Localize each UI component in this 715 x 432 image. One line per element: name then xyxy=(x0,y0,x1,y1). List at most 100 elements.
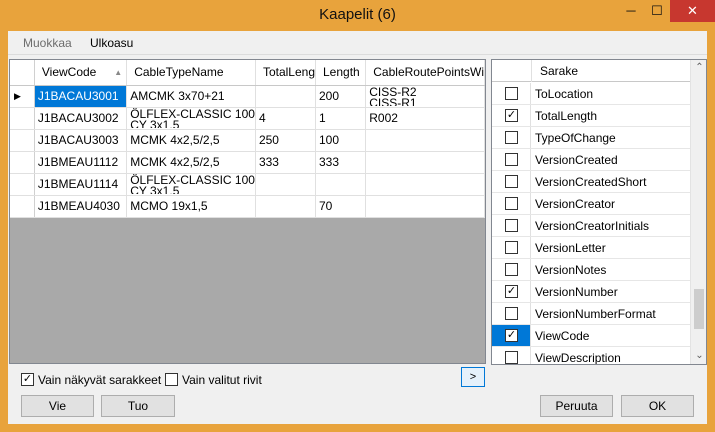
list-item[interactable]: VersionLetter xyxy=(492,237,690,259)
table-row[interactable]: J1BMEAU1114 ÖLFLEX-CLASSIC 100 CY 3x1,5 xyxy=(10,173,485,196)
maximize-button[interactable]: ☐ xyxy=(644,0,670,22)
checkbox-cell[interactable] xyxy=(492,193,531,214)
scroll-up-icon[interactable]: ⌃ xyxy=(691,60,706,76)
checkbox-cell[interactable] xyxy=(492,303,531,324)
table-row[interactable]: J1BACAU3002 ÖLFLEX-CLASSIC 100 CY 3x1,5 4 1… xyxy=(10,107,485,130)
checkbox-cell[interactable] xyxy=(492,347,531,364)
checkbox-box[interactable] xyxy=(165,373,178,386)
list-item[interactable]: VersionNumberFormat xyxy=(492,303,690,325)
row-header[interactable] xyxy=(10,173,35,196)
grid-cell[interactable]: J1BACAU3001 xyxy=(34,85,128,108)
checkbox-cell[interactable] xyxy=(492,171,531,192)
grid-cell[interactable]: 70 xyxy=(315,195,367,218)
checkbox-cell[interactable] xyxy=(492,259,531,280)
export-button[interactable]: Vie xyxy=(21,395,94,417)
checkbox-box[interactable] xyxy=(505,307,518,320)
list-item[interactable]: ViewDescription xyxy=(492,347,690,364)
checkbox-cell[interactable] xyxy=(492,127,531,148)
row-header[interactable] xyxy=(10,129,35,152)
cancel-button[interactable]: Peruuta xyxy=(540,395,613,417)
column-header-length[interactable]: Length xyxy=(315,60,367,86)
checkbox-box[interactable] xyxy=(505,87,518,100)
list-item[interactable]: VersionCreator xyxy=(492,193,690,215)
close-button[interactable]: ✕ xyxy=(670,0,715,22)
grid-cell[interactable]: R002 xyxy=(365,107,485,130)
list-item[interactable]: TypeOfChange xyxy=(492,127,690,149)
grid-cell[interactable]: AMCMK 3x70+21 xyxy=(126,85,256,108)
checkbox-box[interactable] xyxy=(505,175,518,188)
import-button[interactable]: Tuo xyxy=(101,395,175,417)
grid-cell[interactable]: J1BMEAU1112 xyxy=(34,151,128,174)
row-header[interactable] xyxy=(10,107,35,130)
column-header-totallength[interactable]: TotalLeng xyxy=(255,60,317,86)
checkbox-box[interactable] xyxy=(505,219,518,232)
grid-cell[interactable] xyxy=(315,173,367,196)
checkbox-box[interactable] xyxy=(505,197,518,210)
grid-cell[interactable]: J1BACAU3003 xyxy=(34,129,128,152)
grid-cell[interactable] xyxy=(365,173,485,196)
grid-cell[interactable]: MCMK 4x2,5/2,5 xyxy=(126,129,256,152)
grid-cell[interactable] xyxy=(365,151,485,174)
menu-ulkoasu[interactable]: Ulkoasu xyxy=(90,36,133,50)
row-header-corner[interactable] xyxy=(10,60,35,86)
list-item[interactable]: ToLocation xyxy=(492,83,690,105)
grid-cell[interactable]: 1 xyxy=(315,107,367,130)
move-right-button[interactable]: > xyxy=(461,367,485,387)
list-item[interactable]: VersionCreated xyxy=(492,149,690,171)
ok-button[interactable]: OK xyxy=(621,395,694,417)
grid-cell[interactable] xyxy=(255,173,317,196)
checkbox-box[interactable] xyxy=(505,263,518,276)
table-row[interactable]: J1BMEAU1112 MCMK 4x2,5/2,5 333 333 xyxy=(10,151,485,174)
checkbox-cell[interactable] xyxy=(492,83,531,104)
grid-cell[interactable]: MCMK 4x2,5/2,5 xyxy=(126,151,256,174)
grid-cell[interactable] xyxy=(255,85,317,108)
column-header-viewcode[interactable]: ViewCode ▲ xyxy=(34,60,128,86)
checkbox-box[interactable] xyxy=(505,351,518,364)
grid-cell[interactable]: J1BMEAU4030 xyxy=(34,195,128,218)
checkbox-box[interactable] xyxy=(505,153,518,166)
grid-cell[interactable] xyxy=(365,195,485,218)
grid-cell[interactable] xyxy=(255,195,317,218)
grid-cell[interactable] xyxy=(365,129,485,152)
grid-cell[interactable]: 333 xyxy=(315,151,367,174)
grid-cell[interactable]: ÖLFLEX-CLASSIC 100 CY 3x1,5 xyxy=(126,107,256,130)
checkmark-icon[interactable]: ✓ xyxy=(505,109,518,122)
checkmark-icon[interactable]: ✓ xyxy=(505,329,518,342)
grid-cell[interactable]: 4 xyxy=(255,107,317,130)
checkbox-cell[interactable]: ✓ xyxy=(492,105,531,126)
column-list[interactable]: Sarake ToLocation ✓ TotalLength TypeOfChang… xyxy=(491,59,707,365)
grid-cell[interactable]: J1BMEAU1114 xyxy=(34,173,128,196)
menu-muokkaa[interactable]: Muokkaa xyxy=(23,36,72,50)
list-item[interactable]: ✓ ViewCode xyxy=(492,325,690,347)
grid-cell[interactable]: 250 xyxy=(255,129,317,152)
checkbox-cell[interactable]: ✓ xyxy=(492,325,531,346)
table-row[interactable]: J1BMEAU4030 MCMO 19x1,5 70 xyxy=(10,195,485,218)
list-item[interactable]: VersionCreatedShort xyxy=(492,171,690,193)
list-item[interactable]: ✓ VersionNumber xyxy=(492,281,690,303)
row-header[interactable] xyxy=(10,151,35,174)
cable-grid[interactable]: ViewCode ▲ CableTypeName TotalLeng Length… xyxy=(9,59,486,364)
grid-cell[interactable]: J1BACAU3002 xyxy=(34,107,128,130)
title-bar[interactable]: Kaapelit (6) ─ ☐ ✕ xyxy=(0,0,715,30)
checkbox-box[interactable]: ✓ xyxy=(21,373,34,386)
grid-cell[interactable]: ÖLFLEX-CLASSIC 100 CY 3x1,5 xyxy=(126,173,256,196)
column-header-cabletypename[interactable]: CableTypeName xyxy=(126,60,256,86)
checkbox-box[interactable] xyxy=(505,241,518,254)
table-row[interactable]: J1BACAU3003 MCMK 4x2,5/2,5 250 100 xyxy=(10,129,485,152)
scroll-down-icon[interactable]: ⌄ xyxy=(691,348,706,364)
checkmark-icon[interactable]: ✓ xyxy=(505,285,518,298)
checkbox-box[interactable] xyxy=(505,131,518,144)
scroll-thumb[interactable] xyxy=(694,289,704,329)
column-header-cableroutepoints[interactable]: CableRoutePointsWi xyxy=(365,60,485,86)
checkbox-cell[interactable] xyxy=(492,215,531,236)
table-row[interactable]: ▶ J1BACAU3001 AMCMK 3x70+21 200 CISS-R2 CISS… xyxy=(10,85,485,108)
list-item[interactable]: VersionNotes xyxy=(492,259,690,281)
checkbox-cell[interactable] xyxy=(492,149,531,170)
list-item[interactable]: ✓ TotalLength xyxy=(492,105,690,127)
grid-cell[interactable]: CISS-R2 CISS-R1 xyxy=(365,85,485,108)
list-item[interactable]: VersionCreatorInitials xyxy=(492,215,690,237)
checkbox-cell[interactable]: ✓ xyxy=(492,281,531,302)
grid-cell[interactable]: MCMO 19x1,5 xyxy=(126,195,256,218)
grid-cell[interactable]: 333 xyxy=(255,151,317,174)
grid-cell[interactable]: 200 xyxy=(315,85,367,108)
